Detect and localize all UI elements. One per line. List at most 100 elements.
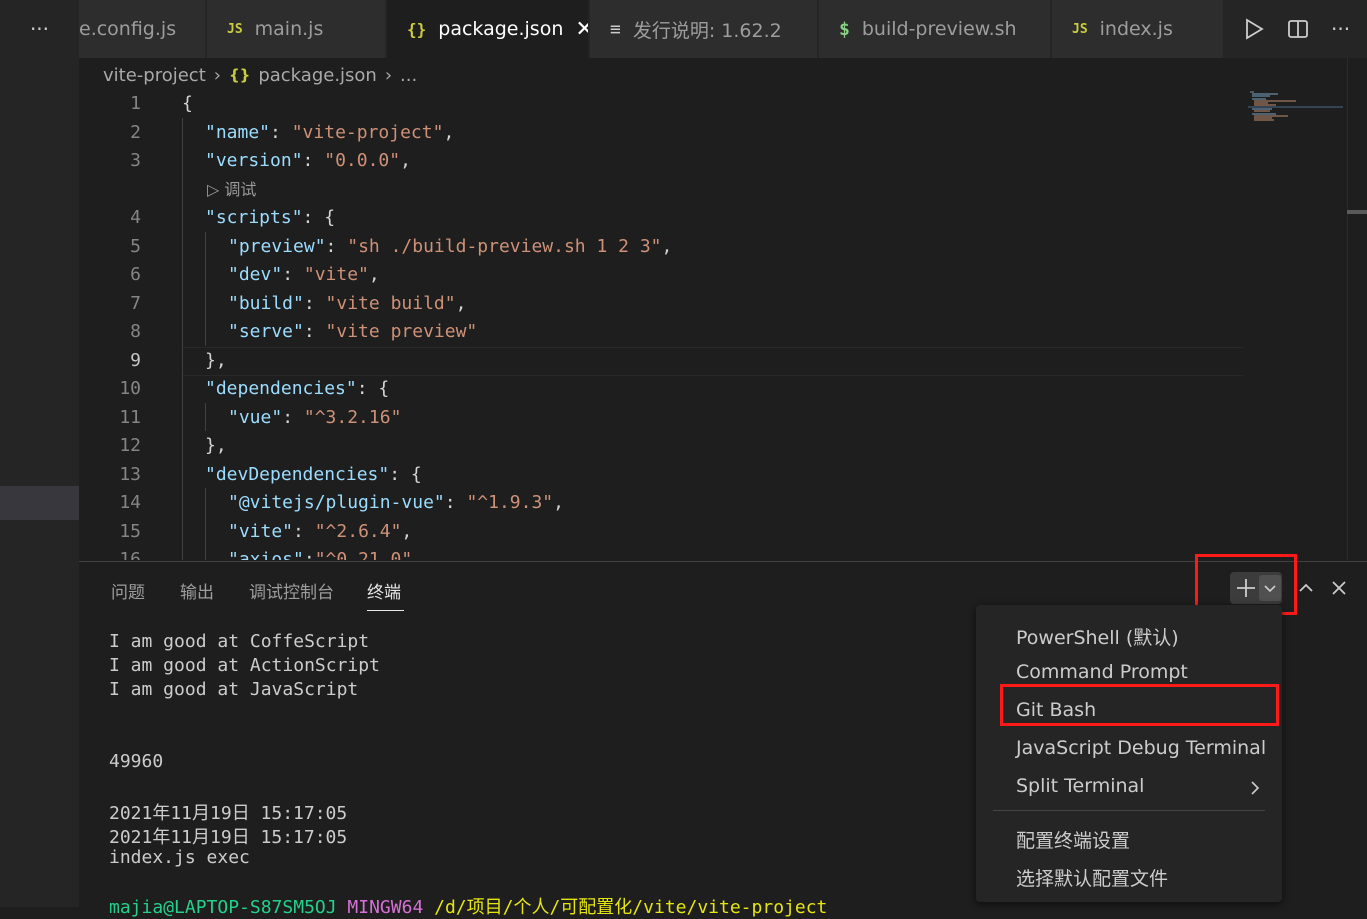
- json-key: "@vitejs/plugin-vue": [228, 492, 445, 513]
- menu-item-configure-terminal[interactable]: 配置终端设置: [1016, 826, 1130, 853]
- menu-item-js-debug-terminal[interactable]: JavaScript Debug Terminal: [1016, 737, 1266, 759]
- close-icon[interactable]: ✕: [575, 17, 588, 42]
- code-text: },: [205, 432, 227, 460]
- code-text: },: [205, 347, 227, 375]
- punctuation: {: [182, 93, 193, 114]
- more-actions-icon[interactable]: ···: [1331, 17, 1350, 41]
- tab-label: 发行说明: 1.62.2: [632, 19, 782, 42]
- punctuation: ,: [400, 150, 411, 171]
- json-string: "^2.6.4": [314, 520, 402, 542]
- split-editor-icon[interactable]: [1287, 18, 1309, 40]
- line-number: 15: [119, 520, 141, 542]
- tab-label: e.config.js: [79, 18, 177, 40]
- highlight-box-git-bash: [1000, 684, 1279, 726]
- breadcrumb-tail[interactable]: ...: [400, 65, 417, 86]
- tab-release-notes[interactable]: ≡ 发行说明: 1.62.2: [590, 0, 818, 58]
- json-string: "vite": [303, 264, 369, 285]
- terminal-line: I am good at JavaScript: [109, 679, 359, 700]
- chevron-up-icon[interactable]: [1296, 578, 1316, 598]
- javascript-file-icon: JS: [227, 21, 243, 37]
- terminal-line: I am good at CoffeScript: [109, 631, 370, 652]
- tab-label: index.js: [1099, 18, 1173, 40]
- punctuation: :: [303, 549, 315, 560]
- tab-output[interactable]: 输出: [180, 578, 214, 603]
- tab-problems[interactable]: 问题: [111, 578, 145, 603]
- javascript-file-icon: JS: [1072, 21, 1088, 37]
- indent-guide: [205, 232, 206, 346]
- menu-item-command-prompt[interactable]: Command Prompt: [1016, 661, 1188, 683]
- punctuation: :: [293, 520, 315, 542]
- tab-terminal[interactable]: 终端: [367, 578, 401, 603]
- code-text: "version": "0.0.0",: [205, 147, 411, 175]
- terminal-line: 2021年11月19日 15:17:05: [109, 803, 348, 824]
- json-key: "name": [205, 121, 271, 143]
- tab-vite-config[interactable]: e.config.js: [79, 0, 206, 58]
- chevron-right-icon: ›: [213, 64, 221, 86]
- line-number: 3: [130, 150, 141, 171]
- punctuation: ,: [661, 235, 673, 257]
- close-icon[interactable]: [1329, 578, 1349, 598]
- line-number: 5: [130, 235, 141, 257]
- line-number: 11: [119, 406, 141, 428]
- ellipsis-icon[interactable]: ···: [0, 0, 79, 58]
- code-text: "vue": "^3.2.16": [228, 404, 401, 432]
- line-number: 4: [130, 207, 141, 228]
- tab-debug-console[interactable]: 调试控制台: [249, 578, 334, 603]
- code-text: "scripts": {: [205, 204, 335, 232]
- activity-bar: [0, 0, 79, 907]
- editor-scrollbar[interactable]: [1347, 58, 1367, 560]
- tab-package-json[interactable]: {} package.json ✕: [387, 0, 589, 58]
- line-number: 6: [130, 264, 141, 285]
- json-key: "vue": [228, 406, 283, 428]
- tab-main-js[interactable]: JS main.js: [207, 0, 386, 58]
- terminal-line: I am good at ActionScript: [109, 655, 380, 676]
- menu-item-powershell[interactable]: PowerShell (默认): [1016, 623, 1179, 650]
- punctuation: : {: [356, 378, 390, 399]
- indent-guide: [182, 118, 183, 560]
- minimap[interactable]: [1248, 90, 1343, 130]
- active-tab-indicator: [367, 610, 404, 611]
- json-string: "0.0.0": [324, 150, 401, 171]
- punctuation: :: [444, 492, 467, 513]
- json-key: "dependencies": [205, 378, 357, 399]
- punctuation: :: [303, 321, 326, 342]
- code-text: "axios":"^0.21.0": [228, 546, 412, 560]
- terminal-line: index.js exec: [109, 847, 250, 868]
- tab-index-js[interactable]: JS index.js: [1052, 0, 1224, 58]
- code-text: "@vitejs/plugin-vue": "^1.9.3",: [228, 489, 564, 517]
- punctuation: },: [205, 349, 227, 371]
- tab-label: main.js: [254, 18, 324, 40]
- line-number: 8: [130, 321, 141, 342]
- menu-item-split-terminal[interactable]: Split Terminal: [1016, 775, 1144, 797]
- codelens-debug[interactable]: ▷ 调试: [207, 176, 256, 204]
- code-text: "preview": "sh ./build-preview.sh 1 2 3"…: [228, 233, 672, 261]
- punctuation: ,: [455, 292, 467, 314]
- breadcrumb-folder[interactable]: vite-project: [103, 65, 206, 86]
- tab-build-preview-sh[interactable]: $ build-preview.sh: [819, 0, 1051, 58]
- breadcrumb: vite-project › {} package.json › ...: [103, 62, 417, 88]
- line-number: 12: [119, 435, 141, 456]
- breadcrumb-file[interactable]: package.json: [258, 65, 377, 86]
- line-number: 10: [119, 378, 141, 399]
- json-key: "vite": [228, 520, 294, 542]
- json-key: "build": [228, 292, 304, 314]
- editor-actions: ···: [1243, 0, 1350, 58]
- punctuation: ,: [553, 492, 564, 513]
- shell-file-icon: $: [839, 18, 850, 40]
- document-icon: ≡: [610, 18, 621, 40]
- menu-item-select-default-profile[interactable]: 选择默认配置文件: [1016, 864, 1168, 891]
- play-icon[interactable]: [1243, 18, 1265, 40]
- json-file-icon: {}: [228, 66, 251, 84]
- scrollbar-thumb[interactable]: [1347, 210, 1367, 214]
- code-text: "dev": "vite",: [228, 261, 380, 289]
- menu-separator: [993, 810, 1265, 811]
- line-number: 13: [119, 463, 141, 485]
- json-key: "devDependencies": [205, 463, 390, 485]
- json-key: "preview": [228, 235, 326, 257]
- code-editor[interactable]: 1 {2 "name": "vite-project", 3 "version": "0…: [79, 90, 1347, 560]
- punctuation: :: [282, 406, 304, 428]
- code-text: "devDependencies": {: [205, 461, 422, 489]
- terminal-line: 49960: [109, 751, 164, 772]
- code-text: "serve": "vite preview": [228, 318, 477, 346]
- tab-label: package.json: [438, 18, 564, 40]
